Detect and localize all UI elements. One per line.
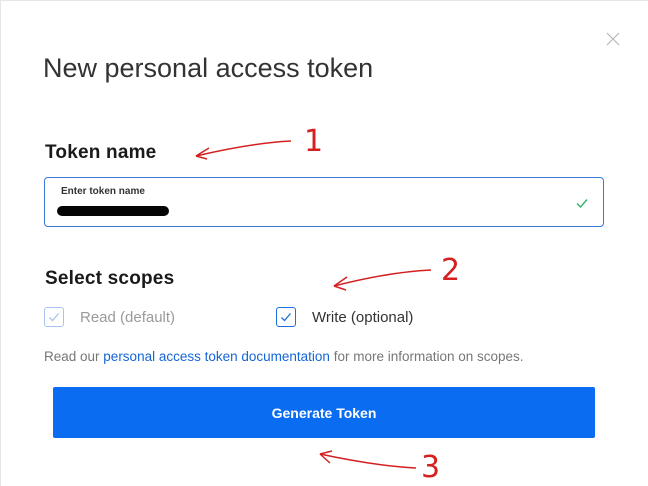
annotation-label-3: 3 <box>421 450 441 485</box>
annotation-arrow-1 <box>195 140 292 160</box>
annotation-label-2: 2 <box>441 253 461 288</box>
annotation-arrow-3 <box>319 450 417 469</box>
close-icon[interactable] <box>605 31 621 47</box>
scopes-help-text: Read our personal access token documenta… <box>44 349 524 364</box>
write-scope-label: Write (optional) <box>312 308 414 326</box>
select-scopes-label: Select scopes <box>45 268 175 289</box>
help-suffix: for more information on scopes. <box>329 349 524 364</box>
help-prefix: Read our <box>44 349 104 364</box>
checkmark-icon <box>575 196 589 210</box>
read-scope-checkbox <box>44 307 64 327</box>
annotation-label-1: 1 <box>304 124 324 159</box>
redacted-token-value <box>57 206 169 216</box>
documentation-link[interactable]: personal access token documentation <box>103 349 330 364</box>
scope-write-option[interactable]: Write (optional) <box>276 306 413 328</box>
token-name-label: Token name <box>45 142 157 163</box>
access-token-modal: New personal access token Token name Ent… <box>0 0 648 486</box>
token-name-field-label: Enter token name <box>61 186 145 197</box>
annotation-arrow-2 <box>333 269 432 291</box>
scope-read-option: Read (default) <box>44 306 175 328</box>
token-name-field[interactable]: Enter token name <box>44 177 604 227</box>
modal-title: New personal access token <box>43 53 374 83</box>
read-scope-label: Read (default) <box>80 308 176 326</box>
write-scope-checkbox[interactable] <box>276 307 296 327</box>
generate-token-button[interactable]: Generate Token <box>53 387 595 438</box>
